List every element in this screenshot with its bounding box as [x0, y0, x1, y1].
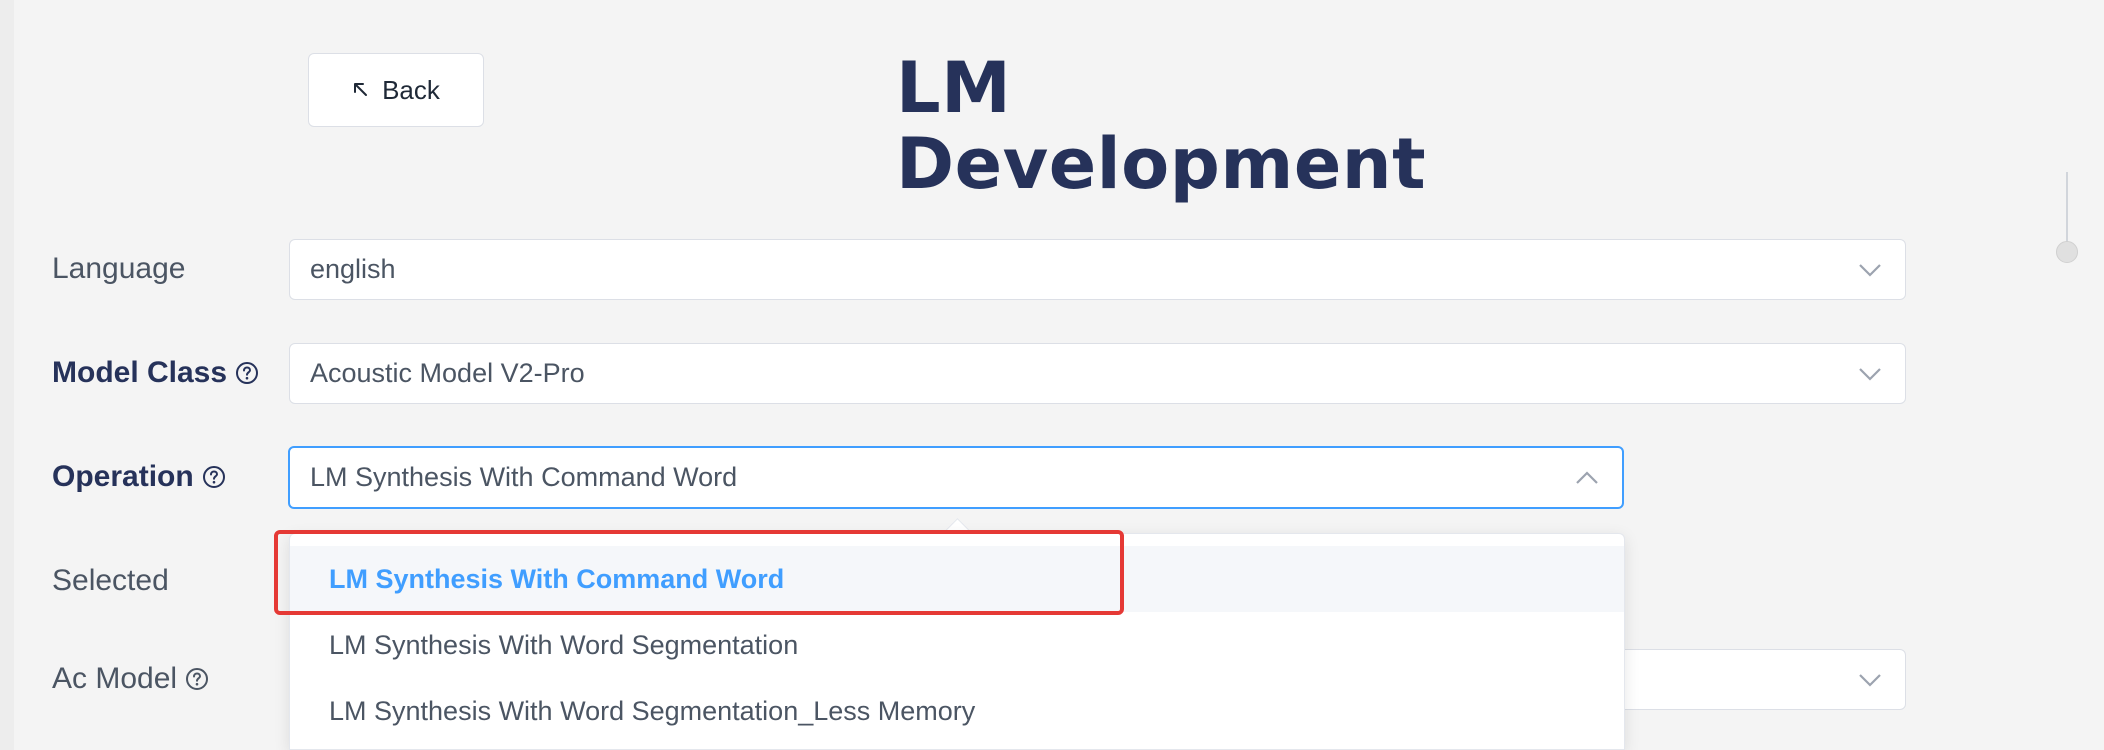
back-button-label: Back	[382, 74, 440, 105]
scroll-handle[interactable]	[2056, 241, 2078, 263]
model-class-select[interactable]: Acoustic Model V2-Pro	[289, 343, 1906, 404]
question-circle-icon[interactable]	[185, 667, 209, 691]
selected-label: Selected	[52, 559, 169, 603]
back-button[interactable]: Back	[308, 53, 484, 127]
question-circle-icon[interactable]	[202, 465, 226, 489]
ac-model-label: Ac Model	[52, 657, 209, 701]
ac-model-select[interactable]	[1580, 649, 1906, 710]
dropdown-option[interactable]: LM Synthesis With Word Segmentation_Less…	[290, 678, 1624, 744]
arrow-up-left-icon	[352, 81, 370, 99]
operation-label-text: Operation	[52, 460, 194, 493]
chevron-down-icon	[1859, 263, 1881, 277]
page-title: LM Development	[896, 50, 1456, 202]
left-edge-strip	[0, 0, 14, 750]
selected-label-text: Selected	[52, 564, 169, 597]
operation-select[interactable]: LM Synthesis With Command Word	[288, 446, 1624, 509]
operation-select-value: LM Synthesis With Command Word	[310, 462, 738, 492]
chevron-up-icon	[1576, 470, 1598, 484]
chevron-down-icon	[1859, 673, 1881, 687]
operation-dropdown: LM Synthesis With Command Word LM Synthe…	[289, 533, 1625, 750]
page-title-line2: Development	[896, 123, 1427, 205]
language-label-text: Language	[52, 252, 186, 285]
language-label: Language	[52, 247, 185, 291]
scroll-track	[2066, 172, 2068, 248]
model-class-label-text: Model Class	[52, 356, 228, 389]
dropdown-option[interactable]: LM Synthesis With Word Segmentation	[290, 612, 1624, 678]
model-class-label: Model Class	[52, 351, 259, 395]
language-select[interactable]: english	[289, 239, 1906, 300]
page-title-line1: LM	[896, 47, 1012, 129]
chevron-down-icon	[1859, 367, 1881, 381]
language-select-value: english	[310, 254, 396, 284]
model-class-select-value: Acoustic Model V2-Pro	[310, 358, 585, 388]
question-circle-icon[interactable]	[235, 361, 259, 385]
ac-model-label-text: Ac Model	[52, 662, 178, 695]
operation-label: Operation	[52, 455, 226, 499]
dropdown-option[interactable]: LM Synthesis With Command Word	[290, 546, 1624, 612]
